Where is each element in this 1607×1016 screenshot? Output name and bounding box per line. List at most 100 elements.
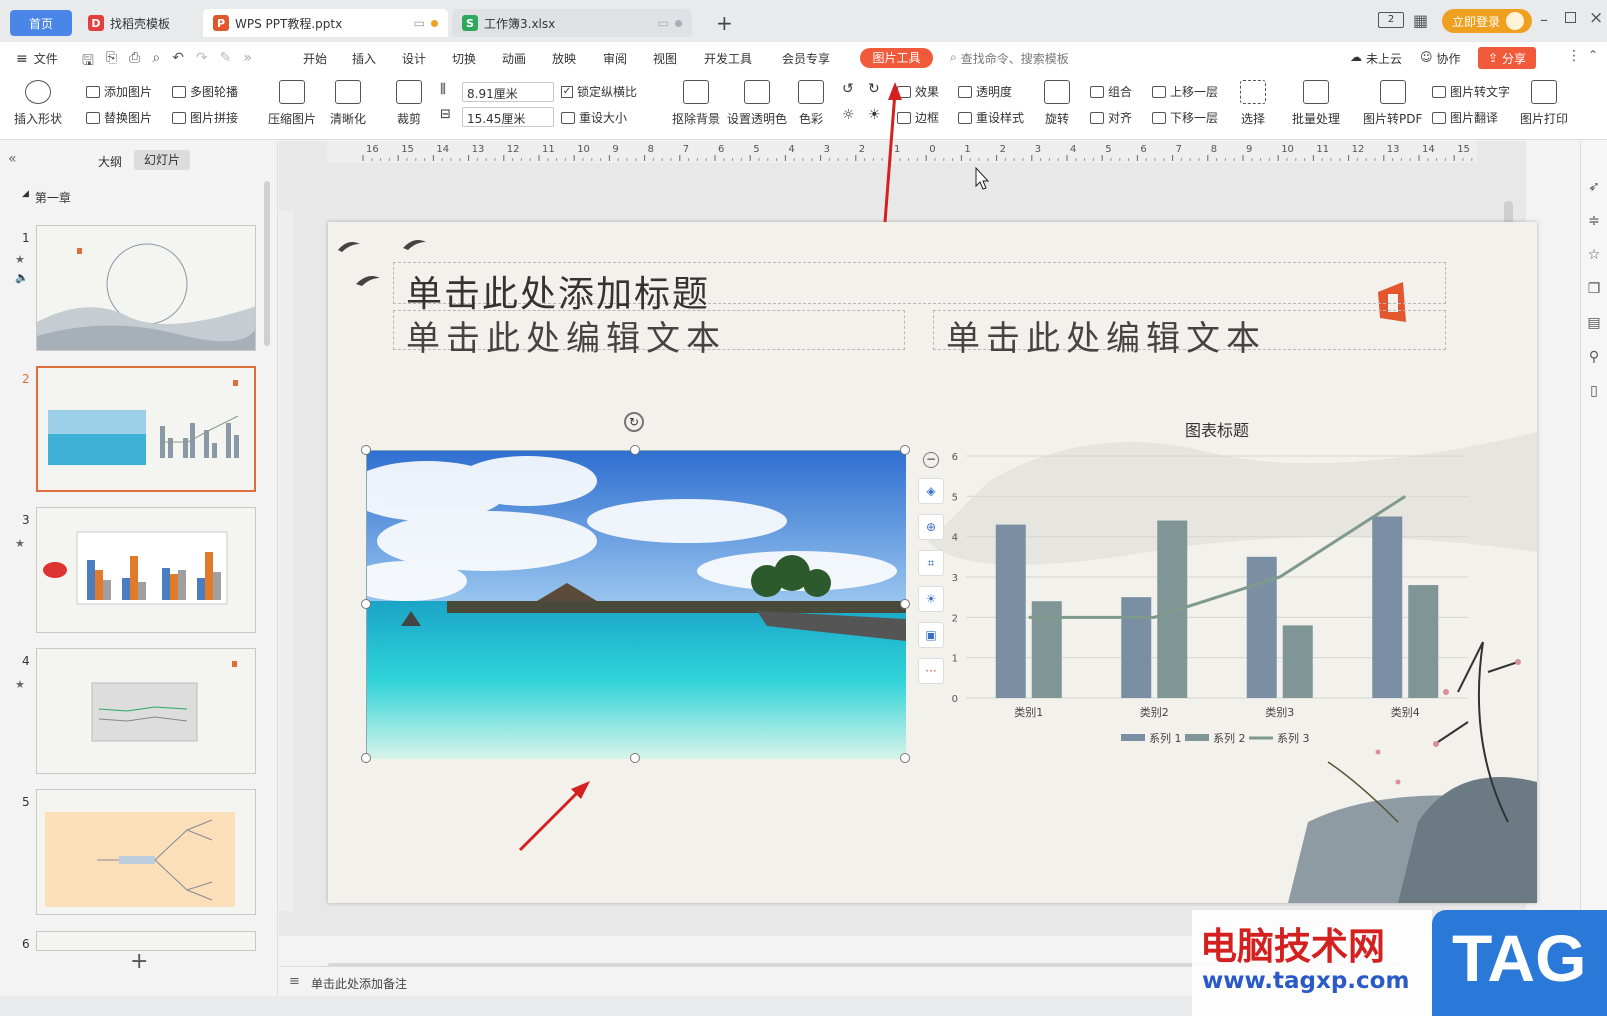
image-to-pdf-button[interactable]: 图片转PDF xyxy=(1363,80,1422,127)
reset-style-button[interactable]: 重设样式 xyxy=(958,109,1024,126)
print-icon[interactable]: ⎙ xyxy=(129,50,140,74)
zoom-out-icon[interactable]: − xyxy=(923,452,939,468)
more-chevron-icon[interactable]: » xyxy=(243,50,252,74)
export-icon[interactable]: ⎘ xyxy=(106,50,117,74)
panel-scrollbar[interactable] xyxy=(264,181,270,346)
effect-button[interactable]: 效果 xyxy=(897,83,939,100)
compress-image-button[interactable]: 压缩图片 xyxy=(268,80,316,127)
text-placeholder-right[interactable]: 单击此处编辑文本 xyxy=(933,310,1446,359)
collaborate-button[interactable]: ☺ 协作 xyxy=(1420,50,1461,67)
selected-beach-image[interactable] xyxy=(347,450,907,759)
menu-animation[interactable]: 动画 xyxy=(502,50,526,67)
resize-handle[interactable] xyxy=(630,753,640,763)
replace-image-button[interactable]: 替换图片 xyxy=(86,109,152,126)
menu-insert[interactable]: 插入 xyxy=(352,50,376,67)
contrast-icon[interactable]: ☀ xyxy=(868,107,881,123)
tab-outline[interactable]: 大纲 xyxy=(98,153,122,170)
minimize-icon[interactable]: – xyxy=(1540,10,1548,29)
menu-start[interactable]: 开始 xyxy=(303,50,327,67)
slide-thumbnail[interactable] xyxy=(36,507,256,633)
title-placeholder[interactable]: 单击此处添加标题 xyxy=(393,262,1446,315)
image-edit-icon[interactable]: ▤ xyxy=(1587,315,1600,331)
screen-icon[interactable]: ▭ xyxy=(658,16,669,30)
rotate-handle-icon[interactable]: ↻ xyxy=(624,412,644,432)
send-backward-button[interactable]: 下移一层 xyxy=(1152,109,1218,126)
group-button[interactable]: 组合 xyxy=(1090,83,1132,100)
collapse-ribbon-icon[interactable]: ⌃ xyxy=(1588,48,1598,62)
cloud-status[interactable]: ☁ 未上云 xyxy=(1350,50,1402,67)
align-button[interactable]: 对齐 xyxy=(1090,109,1132,126)
border-button[interactable]: 边框 xyxy=(897,109,939,126)
menu-review[interactable]: 审阅 xyxy=(603,50,627,67)
share-button[interactable]: ⇪ 分享 xyxy=(1478,47,1536,69)
rotate-button[interactable]: 旋转 xyxy=(1044,80,1070,127)
copy-icon[interactable]: ❐ xyxy=(1588,281,1601,297)
slide-thumbnail-selected[interactable] xyxy=(36,366,256,492)
undo-icon[interactable]: ↶ xyxy=(172,50,184,74)
login-button[interactable]: 立即登录 xyxy=(1442,9,1532,33)
crop-button[interactable]: 裁剪 xyxy=(396,80,422,127)
height-input[interactable]: 8.91厘米 xyxy=(462,82,554,102)
text-placeholder-left[interactable]: 单击此处编辑文本 xyxy=(393,310,905,359)
resize-handle[interactable] xyxy=(361,445,371,455)
select-button[interactable]: 选择 xyxy=(1240,80,1266,127)
menu-developer[interactable]: 开发工具 xyxy=(704,50,752,67)
menu-transition[interactable]: 切换 xyxy=(452,50,476,67)
slide-thumbnail[interactable] xyxy=(36,648,256,774)
file-menu[interactable]: ≡ 文件 xyxy=(16,50,58,67)
slide-thumbnail[interactable] xyxy=(36,225,256,351)
multi-carousel-button[interactable]: 多图轮播 xyxy=(172,83,238,100)
image-print-button[interactable]: 图片打印 xyxy=(1520,80,1568,127)
resize-handle[interactable] xyxy=(900,599,910,609)
redo-icon[interactable]: ↷ xyxy=(196,50,208,74)
image-to-text-button[interactable]: 图片转文字 xyxy=(1432,83,1510,100)
bring-forward-button[interactable]: 上移一层 xyxy=(1152,83,1218,100)
resize-handle[interactable] xyxy=(900,445,910,455)
tab-ppt-document[interactable]: P WPS PPT教程.pptx ▭ xyxy=(203,9,448,37)
menu-view[interactable]: 视图 xyxy=(653,50,677,67)
resize-handle[interactable] xyxy=(361,599,371,609)
batch-process-button[interactable]: 批量处理 xyxy=(1292,80,1340,127)
current-slide[interactable]: 单击此处添加标题 单击此处编辑文本 单击此处编辑文本 ↻ − ◈ ⊕ ⌗ ☀ ▣… xyxy=(328,222,1537,903)
rocket-icon[interactable]: ➶ xyxy=(1588,179,1600,195)
menu-member[interactable]: 会员专享 xyxy=(782,50,830,67)
menu-design[interactable]: 设计 xyxy=(402,50,426,67)
reset-size-button[interactable]: 重设大小 xyxy=(561,109,627,126)
image-collage-button[interactable]: 图片拼接 xyxy=(172,109,238,126)
window-layout-icon[interactable]: 2 xyxy=(1378,12,1404,28)
pin-icon[interactable]: ⚲ xyxy=(1589,349,1599,365)
grid-apps-icon[interactable]: ▦ xyxy=(1413,11,1428,30)
lock-ratio-checkbox[interactable]: ✓ 锁定纵横比 xyxy=(561,83,637,100)
menu-slideshow[interactable]: 放映 xyxy=(552,50,576,67)
star-icon[interactable]: ☆ xyxy=(1588,247,1601,263)
resize-handle[interactable] xyxy=(361,753,371,763)
tab-xlsx-document[interactable]: S 工作簿3.xlsx ▭ xyxy=(452,9,692,37)
rotate-left-icon[interactable]: ↺ xyxy=(842,81,854,97)
tab-slides[interactable]: 幻灯片 xyxy=(134,150,190,170)
rotate-right-icon[interactable]: ↻ xyxy=(868,81,880,97)
remove-background-button[interactable]: 抠除背景 xyxy=(672,80,720,127)
maximize-icon[interactable] xyxy=(1565,12,1576,23)
command-search[interactable]: ⌕ 查找命令、搜索模板 xyxy=(950,50,1069,67)
save-icon[interactable]: 🖫 xyxy=(82,50,94,74)
clarify-button[interactable]: 清晰化 xyxy=(330,80,366,127)
tab-picture-tools[interactable]: 图片工具 xyxy=(860,48,933,68)
screen-icon[interactable]: ▭ xyxy=(414,16,425,30)
collapse-panel-icon[interactable]: « xyxy=(8,151,17,167)
width-input[interactable]: 15.45厘米 xyxy=(462,107,554,127)
book-icon[interactable]: ▯ xyxy=(1590,383,1598,399)
close-icon[interactable]: × xyxy=(1589,8,1603,28)
add-slide-button[interactable]: + xyxy=(130,949,148,974)
settings-sliders-icon[interactable]: ≑ xyxy=(1588,213,1600,229)
tab-docer-templates[interactable]: D 找稻壳模板 xyxy=(78,9,198,37)
resize-handle[interactable] xyxy=(900,753,910,763)
add-image-button[interactable]: 添加图片 xyxy=(86,83,152,100)
slide-chart[interactable]: 图表标题 0 1 2 3 4 5 6 类别1 类别2 类别3 类别4 系列 1 系列 2 系列 3 xyxy=(938,412,1498,762)
format-painter-icon[interactable]: ✎ xyxy=(220,50,232,74)
insert-shape-button[interactable]: 插入形状 xyxy=(14,80,62,127)
new-tab-plus-icon[interactable]: + xyxy=(716,11,733,35)
more-options-icon[interactable]: ⋮ xyxy=(1567,48,1581,64)
slide-thumbnail[interactable] xyxy=(36,789,256,915)
resize-handle[interactable] xyxy=(630,445,640,455)
set-transparent-button[interactable]: 设置透明色 xyxy=(727,80,787,127)
